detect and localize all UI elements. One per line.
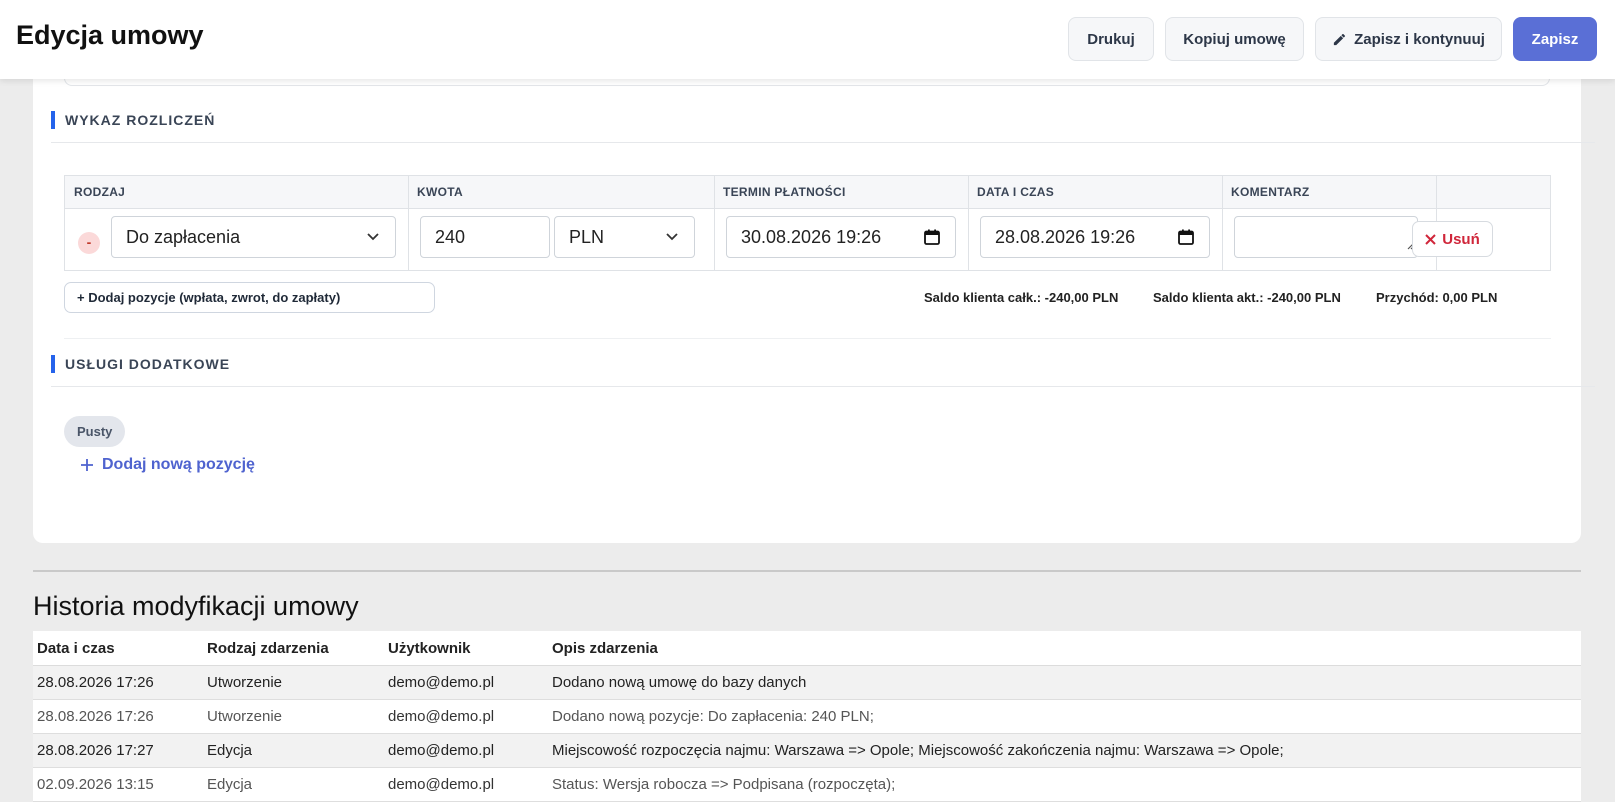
table-row: 02.09.2026 13:15 Edycja demo@demo.pl Sta… <box>33 767 1581 802</box>
column-header-type: RODZAJ <box>74 185 126 199</box>
income-summary: Przychód: 0,00 PLN <box>1376 290 1498 305</box>
settlements-table: RODZAJ KWOTA TERMIN PŁATNOŚCI DATA I CZA… <box>64 175 1551 271</box>
copy-contract-button[interactable]: Kopiuj umowę <box>1165 17 1304 61</box>
history-divider <box>33 570 1581 572</box>
page-title: Edycja umowy <box>16 20 204 50</box>
type-select[interactable]: Do zapłacenia <box>111 216 396 258</box>
history-user: demo@demo.pl <box>384 665 548 700</box>
history-event-type: Edycja <box>203 767 384 802</box>
plus-icon <box>80 458 94 472</box>
column-divider <box>408 176 409 270</box>
table-row: 28.08.2026 17:26 Utworzenie demo@demo.pl… <box>33 699 1581 734</box>
delete-row-button[interactable]: Usuń <box>1412 221 1493 257</box>
column-divider <box>968 176 969 270</box>
add-new-item-link[interactable]: Dodaj nową pozycję <box>80 456 255 474</box>
print-button[interactable]: Drukuj <box>1068 17 1154 61</box>
delete-row-label: Usuń <box>1442 230 1480 248</box>
section-heading-extra-services: USŁUGI DODATKOWE <box>51 355 230 373</box>
chevron-down-icon <box>365 228 381 249</box>
history-datetime: 02.09.2026 13:15 <box>33 767 203 802</box>
history-description: Dodano nową umowę do bazy danych <box>548 665 1581 700</box>
currency-select[interactable]: PLN <box>554 216 695 258</box>
section-divider <box>51 142 1595 143</box>
save-button[interactable]: Zapisz <box>1513 17 1597 61</box>
datetime-value: 28.08.2026 19:26 <box>995 226 1136 247</box>
history-col-event-type: Rodzaj zdarzenia <box>203 631 384 666</box>
due-date-input[interactable]: 30.08.2026 19:26 <box>726 216 956 258</box>
history-description: Miejscowość rozpoczęcia najmu: Warszawa … <box>548 733 1581 768</box>
remove-row-marker[interactable]: - <box>78 232 100 254</box>
calendar-icon[interactable] <box>1177 228 1195 251</box>
chevron-down-icon <box>664 228 680 249</box>
column-header-comment: KOMENTARZ <box>1231 185 1310 199</box>
top-bar: Edycja umowy Drukuj Kopiuj umowę Zapisz … <box>0 0 1615 79</box>
balance-current: Saldo klienta akt.: -240,00 PLN <box>1153 290 1341 305</box>
amount-value: 240 <box>435 226 466 247</box>
save-continue-label: Zapisz i kontynuuj <box>1354 30 1485 48</box>
save-continue-button[interactable]: Zapisz i kontynuuj <box>1315 17 1502 61</box>
add-settlement-button[interactable]: + Dodaj pozycje (wpłata, zwrot, do zapła… <box>64 282 435 313</box>
history-user: demo@demo.pl <box>384 767 548 802</box>
type-select-value: Do zapłacenia <box>126 226 241 247</box>
history-datetime: 28.08.2026 17:26 <box>33 665 203 700</box>
history-col-datetime: Data i czas <box>33 631 203 666</box>
history-user: demo@demo.pl <box>384 699 548 734</box>
section-divider <box>64 338 1551 339</box>
amount-input[interactable]: 240 <box>420 216 550 258</box>
history-user: demo@demo.pl <box>384 733 548 768</box>
history-header-row: Data i czas Rodzaj zdarzenia Użytkownik … <box>33 631 1581 666</box>
history-event-type: Utworzenie <box>203 665 384 700</box>
history-col-description: Opis zdarzenia <box>548 631 1581 666</box>
close-icon <box>1425 233 1436 245</box>
currency-select-value: PLN <box>569 226 605 247</box>
history-datetime: 28.08.2026 17:27 <box>33 733 203 768</box>
history-table: Data i czas Rodzaj zdarzenia Użytkownik … <box>33 631 1581 802</box>
datetime-input[interactable]: 28.08.2026 19:26 <box>980 216 1210 258</box>
table-row: 28.08.2026 17:26 Utworzenie demo@demo.pl… <box>33 665 1581 700</box>
due-date-value: 30.08.2026 19:26 <box>741 226 882 247</box>
column-divider <box>714 176 715 270</box>
pencil-icon <box>1332 32 1347 47</box>
history-event-type: Utworzenie <box>203 699 384 734</box>
history-col-user: Użytkownik <box>384 631 548 666</box>
column-divider <box>1222 176 1223 270</box>
calendar-icon[interactable] <box>923 228 941 251</box>
add-new-item-label: Dodaj nową pozycję <box>102 456 255 473</box>
table-row: 28.08.2026 17:27 Edycja demo@demo.pl Mie… <box>33 733 1581 768</box>
section-heading-settlements: WYKAZ ROZLICZEŃ <box>51 111 215 129</box>
comment-textarea[interactable] <box>1234 216 1418 258</box>
column-header-amount: KWOTA <box>417 185 463 199</box>
history-title: Historia modyfikacji umowy <box>33 591 359 621</box>
history-event-type: Edycja <box>203 733 384 768</box>
section-divider <box>51 386 1595 387</box>
column-header-due-date: TERMIN PŁATNOŚCI <box>723 185 846 199</box>
empty-badge: Pusty <box>64 416 126 447</box>
column-header-datetime: DATA I CZAS <box>977 185 1055 199</box>
history-datetime: 28.08.2026 17:26 <box>33 699 203 734</box>
balance-total: Saldo klienta całk.: -240,00 PLN <box>924 290 1119 305</box>
history-description: Status: Wersja robocza => Podpisana (roz… <box>548 767 1581 802</box>
settlements-table-header: RODZAJ KWOTA TERMIN PŁATNOŚCI DATA I CZA… <box>65 176 1550 209</box>
contract-form-card: WYKAZ ROZLICZEŃ RODZAJ KWOTA TERMIN PŁAT… <box>33 60 1595 543</box>
history-description: Dodano nową pozycje: Do zapłacenia: 240 … <box>548 699 1581 734</box>
